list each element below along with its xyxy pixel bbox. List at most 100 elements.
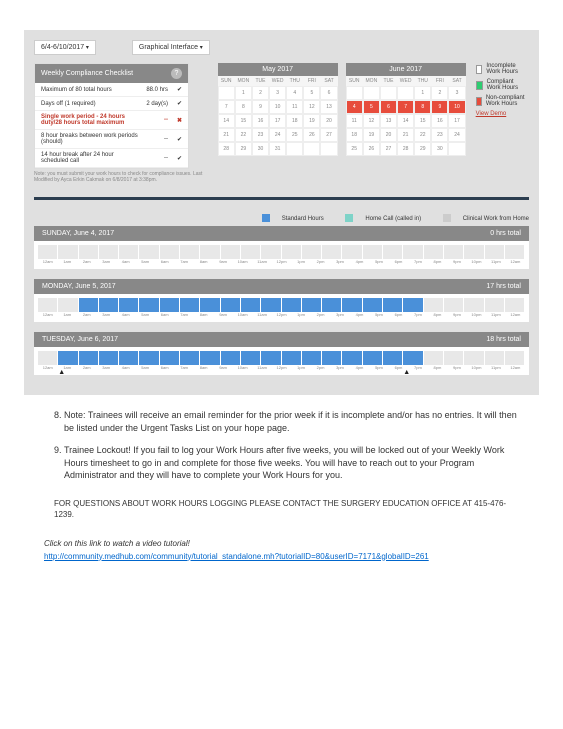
calendar-day[interactable]: 3	[448, 86, 465, 100]
hour-block[interactable]	[200, 351, 220, 365]
calendar-day[interactable]: 20	[320, 114, 337, 128]
calendar-day[interactable]: 16	[252, 114, 269, 128]
calendar-day[interactable]: 25	[346, 142, 363, 156]
hour-block[interactable]	[261, 245, 281, 259]
calendar-day[interactable]	[320, 142, 337, 156]
hour-block[interactable]	[322, 298, 342, 312]
hour-block[interactable]	[160, 351, 180, 365]
hour-block[interactable]	[383, 298, 403, 312]
calendar-day[interactable]: 24	[269, 128, 286, 142]
calendar-day[interactable]: 26	[363, 142, 380, 156]
calendar-day[interactable]: 23	[431, 128, 448, 142]
calendar-day[interactable]: 18	[346, 128, 363, 142]
calendar-day[interactable]: 7	[218, 100, 235, 114]
hour-block[interactable]	[505, 351, 525, 365]
calendar-day[interactable]: 21	[397, 128, 414, 142]
calendar-day[interactable]	[397, 86, 414, 100]
calendar-day[interactable]: 13	[380, 114, 397, 128]
hour-block[interactable]	[119, 351, 139, 365]
hour-block[interactable]	[403, 245, 423, 259]
hour-block[interactable]	[261, 298, 281, 312]
hour-block[interactable]	[342, 351, 362, 365]
calendar-day[interactable]: 12	[363, 114, 380, 128]
hour-block[interactable]	[79, 351, 99, 365]
hour-block[interactable]	[180, 245, 200, 259]
hour-block[interactable]	[119, 298, 139, 312]
hour-block[interactable]	[241, 245, 261, 259]
calendar-day[interactable]: 22	[235, 128, 252, 142]
hour-block[interactable]	[221, 351, 241, 365]
calendar-day[interactable]: 2	[252, 86, 269, 100]
hour-block[interactable]	[363, 351, 383, 365]
calendar-day[interactable]: 29	[235, 142, 252, 156]
hour-block[interactable]	[464, 298, 484, 312]
calendar-day[interactable]	[218, 86, 235, 100]
calendar-day[interactable]: 17	[448, 114, 465, 128]
help-icon[interactable]: ?	[171, 68, 182, 79]
calendar-day[interactable]: 4	[286, 86, 303, 100]
hour-block[interactable]	[180, 351, 200, 365]
calendar-day[interactable]: 4	[346, 100, 363, 114]
calendar-day[interactable]: 15	[414, 114, 431, 128]
calendar-day[interactable]	[448, 142, 465, 156]
hour-block[interactable]	[241, 298, 261, 312]
calendar-day[interactable]	[303, 142, 320, 156]
hour-block[interactable]	[444, 245, 464, 259]
calendar-day[interactable]: 1	[235, 86, 252, 100]
hour-block[interactable]	[444, 298, 464, 312]
calendar-day[interactable]: 6	[380, 100, 397, 114]
calendar-day[interactable]: 27	[320, 128, 337, 142]
hour-block[interactable]	[403, 351, 423, 365]
calendar-day[interactable]	[363, 86, 380, 100]
hour-block[interactable]	[485, 245, 505, 259]
calendar-day[interactable]: 15	[235, 114, 252, 128]
calendar-day[interactable]: 7	[397, 100, 414, 114]
hour-block[interactable]	[241, 351, 261, 365]
calendar-day[interactable]: 14	[218, 114, 235, 128]
hour-block[interactable]	[424, 245, 444, 259]
hour-block[interactable]	[99, 298, 119, 312]
hour-block[interactable]	[424, 298, 444, 312]
calendar-day[interactable]: 19	[303, 114, 320, 128]
hour-block[interactable]	[99, 245, 119, 259]
hour-block[interactable]	[342, 245, 362, 259]
calendar-day[interactable]: 8	[414, 100, 431, 114]
hour-block[interactable]	[403, 298, 423, 312]
calendar-day[interactable]: 18	[286, 114, 303, 128]
hour-block[interactable]	[139, 298, 159, 312]
hour-block[interactable]	[261, 351, 281, 365]
view-mode-select[interactable]: Graphical Interface	[132, 40, 210, 55]
hour-block[interactable]	[383, 245, 403, 259]
calendar-day[interactable]: 28	[397, 142, 414, 156]
calendar-day[interactable]: 16	[431, 114, 448, 128]
hour-block[interactable]	[79, 245, 99, 259]
hour-block[interactable]	[424, 351, 444, 365]
hour-block[interactable]	[464, 351, 484, 365]
calendar-day[interactable]: 19	[363, 128, 380, 142]
hour-block[interactable]	[139, 351, 159, 365]
warning-icon[interactable]: ▲	[58, 369, 65, 376]
hour-block[interactable]	[444, 351, 464, 365]
hour-block[interactable]	[322, 245, 342, 259]
hour-block[interactable]	[485, 351, 505, 365]
calendar-day[interactable]: 13	[320, 100, 337, 114]
calendar-day[interactable]: 1	[414, 86, 431, 100]
calendar-day[interactable]: 11	[346, 114, 363, 128]
calendar-day[interactable]: 10	[448, 100, 465, 114]
tutorial-link[interactable]: http://community.medhub.com/community/tu…	[44, 552, 429, 561]
calendar-day[interactable]: 9	[431, 100, 448, 114]
calendar-day[interactable]: 21	[218, 128, 235, 142]
calendar-day[interactable]: 28	[218, 142, 235, 156]
calendar-day[interactable]: 23	[252, 128, 269, 142]
hour-block[interactable]	[302, 245, 322, 259]
hour-block[interactable]	[363, 298, 383, 312]
calendar-day[interactable]	[380, 86, 397, 100]
hour-block[interactable]	[58, 298, 78, 312]
hour-block[interactable]	[160, 298, 180, 312]
hour-block[interactable]	[505, 245, 525, 259]
calendar-day[interactable]: 2	[431, 86, 448, 100]
calendar-day[interactable]: 5	[363, 100, 380, 114]
hour-block[interactable]	[282, 351, 302, 365]
hour-block[interactable]	[221, 298, 241, 312]
calendar-day[interactable]: 30	[252, 142, 269, 156]
